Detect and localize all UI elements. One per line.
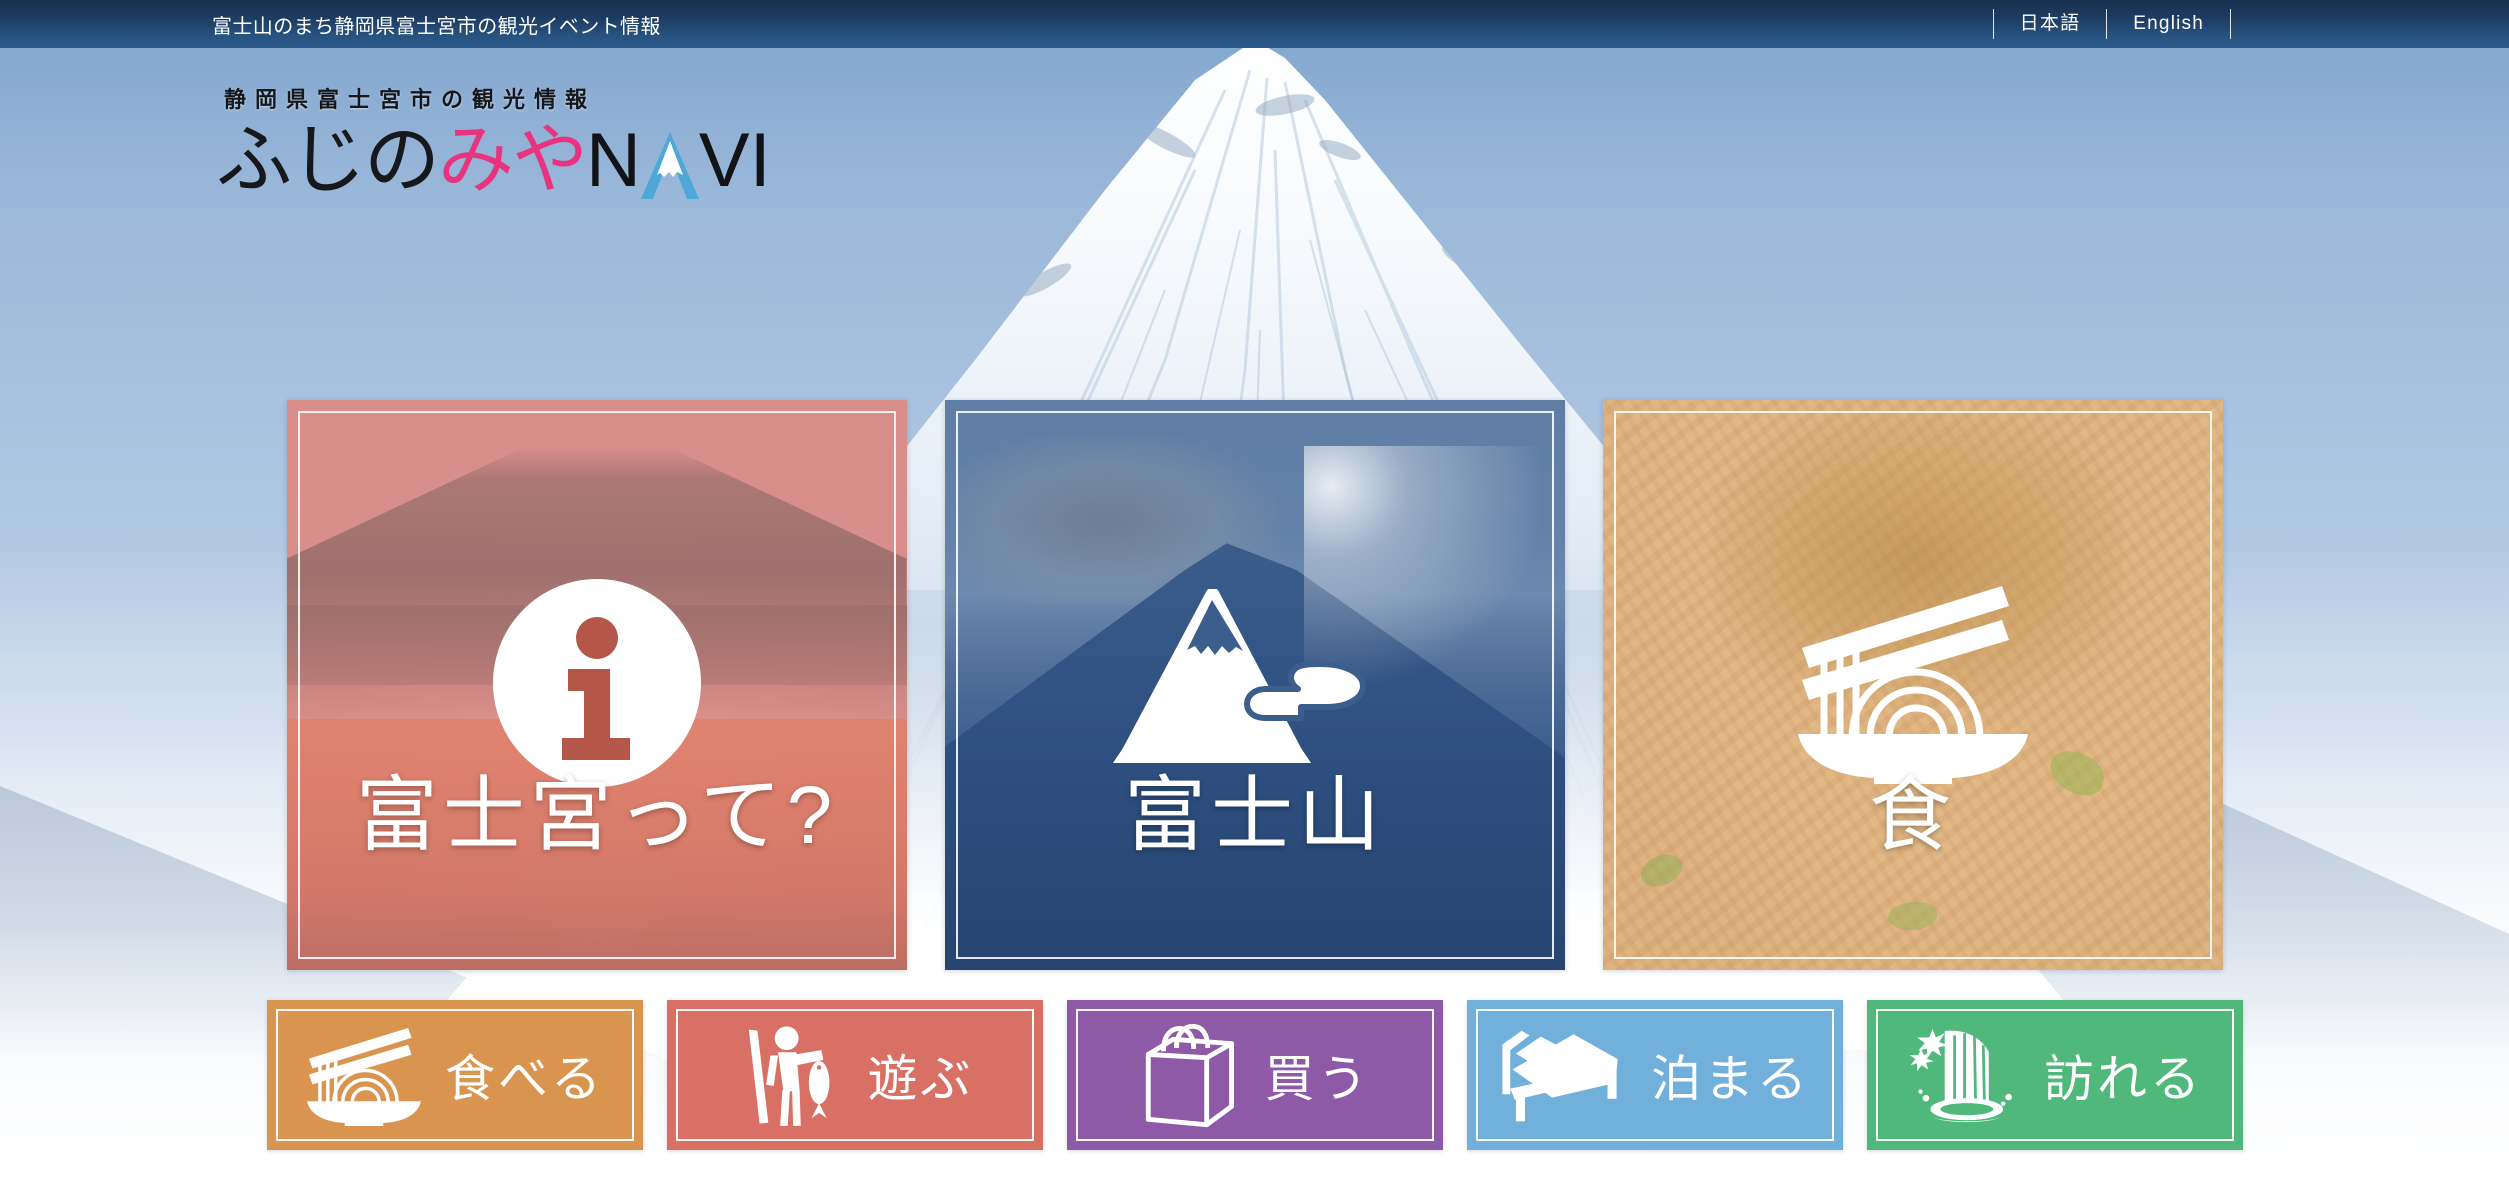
language-switcher[interactable]: 日本語 English bbox=[1992, 8, 2231, 40]
card-label: 富士山 bbox=[1123, 770, 1385, 861]
shopping-bag-icon bbox=[1139, 1022, 1243, 1128]
waterfall-icon bbox=[1906, 1021, 2022, 1129]
site-tagline-bar: 富士山のまち静岡県富士宮市の観光イベント情報 bbox=[212, 15, 661, 38]
card-label: 食 bbox=[1868, 770, 1956, 861]
fisherman-icon bbox=[736, 1022, 846, 1128]
mount-fuji-icon bbox=[1105, 576, 1405, 777]
primary-category-cards: 富士宮って? 富士山 食 bbox=[0, 400, 2509, 970]
nav-button-visit[interactable]: 訪れる bbox=[1866, 1000, 2243, 1150]
logo-letter-n: N bbox=[586, 118, 641, 203]
noodle-bowl-icon bbox=[305, 1023, 423, 1127]
language-option-english[interactable]: English bbox=[2107, 9, 2230, 39]
language-divider-right bbox=[2230, 9, 2231, 39]
nav-button-label: 食べる bbox=[445, 1051, 604, 1107]
logo-tagline: 静岡県富士宮市の観光情報 bbox=[224, 87, 597, 112]
card-food[interactable]: 食 bbox=[1602, 400, 2223, 970]
top-utility-bar: 富士山のまち静岡県富士宮市の観光イベント情報 日本語 English bbox=[0, 0, 2509, 48]
category-nav-buttons: 食べる 遊ぶ 買う 泊まる 訪れる bbox=[0, 1000, 2509, 1150]
nav-button-label: 遊ぶ bbox=[867, 1051, 974, 1107]
nav-button-play[interactable]: 遊ぶ bbox=[666, 1000, 1043, 1150]
card-mount-fuji[interactable]: 富士山 bbox=[944, 400, 1565, 970]
nav-button-eat[interactable]: 食べる bbox=[266, 1000, 643, 1150]
nav-button-label: 泊まる bbox=[1651, 1051, 1810, 1107]
site-logo[interactable]: 静岡県富士宮市の観光情報 ふじの みや N VI bbox=[216, 82, 771, 199]
button-inner-border bbox=[1075, 1009, 1434, 1141]
button-inner-border bbox=[675, 1009, 1034, 1141]
language-option-japanese[interactable]: 日本語 bbox=[1994, 9, 2107, 39]
logo-text-navi: N VI bbox=[586, 123, 771, 199]
fuji-mountain-a-icon bbox=[639, 129, 701, 201]
nav-button-label: 買う bbox=[1264, 1051, 1371, 1107]
bed-icon bbox=[1499, 1025, 1629, 1125]
card-label: 富士宮って? bbox=[355, 770, 838, 861]
logo-text-miya: みや bbox=[438, 118, 588, 203]
nav-button-stay[interactable]: 泊まる bbox=[1466, 1000, 1843, 1150]
vegetable-piece bbox=[1887, 901, 1938, 931]
nav-button-shop[interactable]: 買う bbox=[1066, 1000, 1443, 1150]
logo-text-fujino: ふじの bbox=[216, 118, 440, 203]
logo-letters-vi: VI bbox=[698, 118, 771, 203]
nav-button-label: 訪れる bbox=[2044, 1051, 2203, 1107]
logo-wordmark: ふじの みや N VI bbox=[216, 123, 771, 199]
card-about-fujinomiya[interactable]: 富士宮って? bbox=[286, 400, 907, 970]
